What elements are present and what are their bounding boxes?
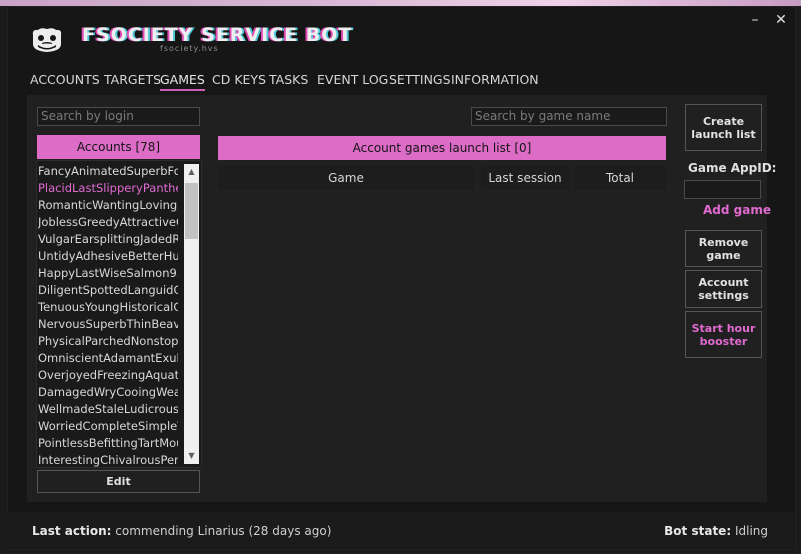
edit-account-button[interactable]: Edit <box>37 470 200 493</box>
tab-games[interactable]: GAMES <box>160 72 205 91</box>
game-appid-input[interactable] <box>684 180 761 199</box>
list-item-selected[interactable]: PlacidLastSlipperyPanther8 <box>38 180 178 197</box>
status-bar: Last action: commending Linarius (28 day… <box>7 512 794 548</box>
list-item[interactable]: OverjoyedFreezingAquaticC <box>38 367 178 384</box>
list-item[interactable]: HappyLastWiseSalmon951 <box>38 265 178 282</box>
scroll-down-icon[interactable]: ▼ <box>184 449 199 463</box>
last-action: Last action: commending Linarius (28 day… <box>32 524 331 538</box>
scroll-up-icon[interactable]: ▲ <box>184 165 199 179</box>
tab-targets[interactable]: TARGETS <box>104 72 161 89</box>
create-launch-list-button[interactable]: Create launch list <box>685 104 762 151</box>
last-action-label: Last action: <box>32 524 112 538</box>
scrollbar-thumb[interactable] <box>185 183 198 239</box>
accounts-list[interactable]: FancyAnimatedSuperbFox9 PlacidLastSlippe… <box>36 160 202 468</box>
minimize-icon[interactable]: – <box>748 13 762 27</box>
bot-state-label: Bot state: <box>664 524 732 538</box>
start-hour-booster-button[interactable]: Start hour booster <box>685 311 762 358</box>
game-appid-label: Game AppID: <box>688 161 777 175</box>
game-search-input[interactable]: Search by game name <box>471 107 667 126</box>
list-item[interactable]: DamagedWryCooingWease <box>38 384 178 401</box>
tab-cd-keys[interactable]: CD KEYS <box>212 72 266 89</box>
list-item[interactable]: WellmadeStaleLudicrousOr <box>38 401 178 418</box>
list-item[interactable]: WorriedCompleteSimpleTur <box>38 418 178 435</box>
list-item[interactable]: TenuousYoungHistoricalCo <box>38 299 178 316</box>
app-title: FSOCIETY SERVICE BOT <box>82 24 353 46</box>
tab-information[interactable]: INFORMATION <box>451 72 539 89</box>
tab-settings[interactable]: SETTINGS <box>389 72 451 89</box>
list-item[interactable]: VulgarEarsplittingJadedRed <box>38 231 178 248</box>
last-action-value: commending Linarius (28 days ago) <box>115 524 332 538</box>
account-settings-button[interactable]: Account settings <box>685 270 762 308</box>
tab-event-log[interactable]: EVENT LOG <box>317 72 388 89</box>
list-item[interactable]: PhysicalParchedNonstopKo <box>38 333 178 350</box>
app-subtitle: fsociety.hvs <box>160 44 219 53</box>
accounts-header: Accounts [78] <box>37 135 200 159</box>
list-item[interactable]: PointlessBefittingTartMouse <box>38 435 178 452</box>
list-item[interactable]: NervousSuperbThinBeaver <box>38 316 178 333</box>
list-item[interactable]: UntidyAdhesiveBetterHum <box>38 248 178 265</box>
add-game-link[interactable]: Add game <box>703 203 771 217</box>
bot-state-value: Idling <box>734 524 768 538</box>
launch-list-header: Account games launch list [0] <box>218 136 666 160</box>
account-search-input[interactable]: Search by login <box>37 107 200 126</box>
list-item[interactable]: InterestingChivalrousPenite <box>38 452 178 467</box>
column-header-total[interactable]: Total <box>574 166 666 190</box>
mask-logo-icon <box>32 28 62 52</box>
tab-accounts[interactable]: ACCOUNTS <box>30 72 100 89</box>
list-item[interactable]: RomanticWantingLovingShr <box>38 197 178 214</box>
column-header-game[interactable]: Game <box>218 166 474 190</box>
tab-tasks[interactable]: TASKS <box>269 72 308 89</box>
list-item[interactable]: DiligentSpottedLanguidChi <box>38 282 178 299</box>
list-item[interactable]: FancyAnimatedSuperbFox9 <box>38 163 178 180</box>
accounts-scrollbar[interactable]: ▲ ▼ <box>184 164 199 464</box>
close-icon[interactable]: ✕ <box>774 13 788 27</box>
bot-state: Bot state: Idling <box>664 524 768 538</box>
remove-game-button[interactable]: Remove game <box>685 230 762 267</box>
list-item[interactable]: OmniscientAdamantExultan <box>38 350 178 367</box>
column-header-last-session[interactable]: Last session <box>481 166 569 190</box>
list-item[interactable]: JoblessGreedyAttractiveCo <box>38 214 178 231</box>
